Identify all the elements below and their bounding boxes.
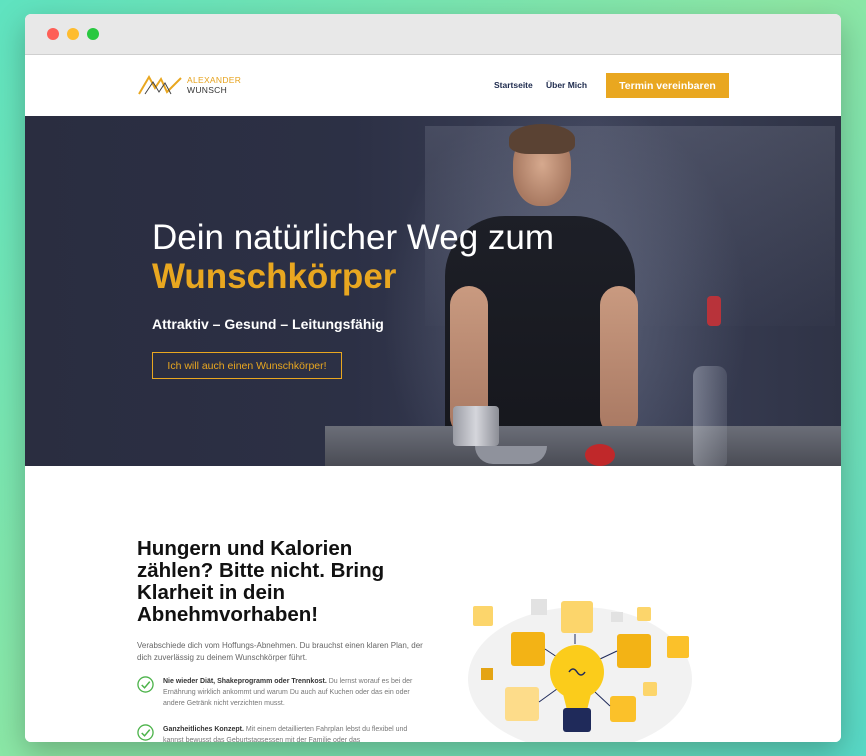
feature-title: Ganzheitliches Konzept. (163, 726, 244, 733)
logo-line2: WUNSCH (187, 85, 228, 95)
intro-section: Hungern und Kalorien zählen? Bitte nicht… (25, 466, 841, 742)
nav-link-about[interactable]: Über Mich (546, 80, 587, 90)
hero-cta-button[interactable]: Ich will auch einen Wunschkörper! (152, 352, 342, 379)
feature-text: Ganzheitliches Konzept. Mit einem detail… (163, 724, 425, 742)
check-circle-icon (137, 676, 154, 693)
hero-title: Dein natürlicher Weg zum (152, 218, 555, 257)
close-window-button[interactable] (47, 28, 59, 40)
hero-pot (453, 406, 499, 446)
hero-person-arm-right (600, 286, 638, 436)
hero-kitchen-counter (325, 426, 841, 466)
check-circle-icon (137, 724, 154, 741)
site-header: ALEXANDER WUNSCH Startseite Über Mich Te… (25, 55, 841, 116)
browser-window: ALEXANDER WUNSCH Startseite Über Mich Te… (25, 14, 841, 742)
logo-mark-icon (138, 74, 182, 95)
book-appointment-button[interactable]: Termin vereinbaren (606, 73, 729, 98)
hero-bottle (693, 366, 727, 466)
browser-titlebar (25, 14, 841, 55)
section-intro: Verabschiede dich vom Hoffungs-Abnehmen.… (137, 641, 423, 662)
hero-tomato (585, 444, 615, 466)
feature-text: Nie wieder Diät, Shakeprogramm oder Tren… (163, 676, 425, 709)
hero-bowl (475, 446, 547, 464)
hero-section: Dein natürlicher Weg zum Wunschkörper At… (25, 116, 841, 466)
hero-title-highlight: Wunschkörper (152, 257, 397, 296)
lightbulb-illustration (468, 599, 692, 742)
site-logo[interactable]: ALEXANDER WUNSCH (137, 72, 241, 98)
feature-title: Nie wieder Diät, Shakeprogramm oder Tren… (163, 678, 327, 685)
maximize-window-button[interactable] (87, 28, 99, 40)
hero-plant (707, 296, 721, 326)
minimize-window-button[interactable] (67, 28, 79, 40)
logo-text: ALEXANDER WUNSCH (187, 75, 241, 95)
hero-person-hair (509, 124, 575, 154)
hero-subtitle: Attraktiv – Gesund – Leitungsfähig (152, 316, 384, 332)
nav-link-home[interactable]: Startseite (494, 80, 533, 90)
logo-line1: ALEXANDER (187, 75, 242, 85)
section-heading: Hungern und Kalorien zählen? Bitte nicht… (137, 537, 385, 626)
